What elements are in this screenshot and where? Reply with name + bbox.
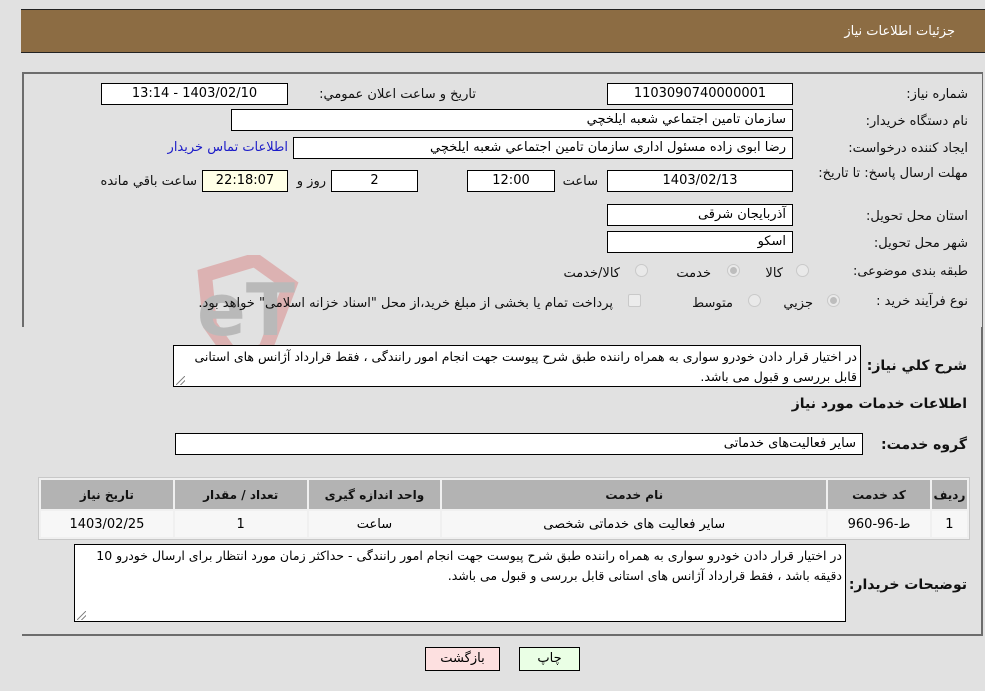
cell-quantity: 1 — [174, 511, 307, 537]
cell-service-name: ساير فعاليت های خدماتی شخصی — [442, 511, 827, 537]
process-option-medium: متوسط — [692, 296, 733, 311]
buyer-notes-textarea[interactable]: در اختيار قرار دادن خودرو سواری به همراه… — [74, 544, 846, 622]
col-service-code: کد خدمت — [828, 480, 930, 509]
category-label: طبقه بندی موضوعی: — [852, 264, 968, 279]
services-section-title: اطلاعات خدمات مورد نياز — [791, 396, 967, 412]
announce-datetime-field: 1403/02/10 - 13:14 — [101, 83, 288, 105]
category-radio-goods-service[interactable] — [635, 264, 648, 277]
service-group-field: ساير فعاليت‌های خدماتی — [175, 433, 863, 455]
process-type-label: نوع فرآيند خريد : — [876, 294, 968, 309]
services-table-header: رديف کد خدمت نام خدمت واحد اندازه گيری ت… — [41, 480, 967, 509]
deadline-time-label: ساعت — [562, 174, 598, 189]
buyer-contact-link[interactable]: اطلاعات تماس خريدار — [168, 140, 288, 155]
city-field: اسکو — [607, 231, 793, 253]
page-header: جزئیات اطلاعات نیاز — [21, 9, 985, 53]
buyer-org-field: سازمان تامين اجتماعي شعبه ايلخچي — [231, 109, 793, 131]
cell-service-code: ط-96-960 — [828, 511, 930, 537]
treasury-checkbox[interactable] — [628, 294, 641, 307]
remaining-time-field: 22:18:07 — [202, 170, 288, 192]
general-description-text: در اختيار قرار دادن خودرو سواری به همراه… — [194, 349, 857, 384]
cell-row-number: 1 — [931, 511, 967, 537]
category-radio-goods[interactable] — [796, 264, 809, 277]
province-label: استان محل تحويل: — [866, 209, 968, 224]
deadline-label: مهلت ارسال پاسخ: تا تاريخ: — [818, 166, 968, 181]
deadline-time-field: 12:00 — [467, 170, 555, 192]
treasury-note: پرداخت تمام يا بخشی از مبلغ خريد،از محل … — [198, 296, 613, 311]
days-label: روز و — [296, 174, 326, 189]
city-label: شهر محل تحويل: — [873, 236, 968, 251]
col-quantity: تعداد / مقدار — [174, 480, 307, 509]
cell-unit: ساعت — [308, 511, 441, 537]
category-option-goods-service: کالا/خدمت — [563, 266, 620, 281]
cell-need-date: 1403/02/25 — [41, 511, 173, 537]
back-button[interactable]: بازگشت — [425, 647, 500, 671]
general-description-textarea[interactable]: در اختيار قرار دادن خودرو سواری به همراه… — [173, 345, 861, 387]
category-option-goods: کالا — [765, 266, 783, 281]
need-number-field: 1103090740000001 — [607, 83, 793, 105]
deadline-date-field: 1403/02/13 — [607, 170, 793, 192]
buyer-notes-label: توضيحات خريدار: — [848, 577, 967, 593]
requester-label: ايجاد کننده درخواست: — [848, 141, 968, 156]
category-radio-service[interactable] — [727, 264, 740, 277]
resize-handle-icon[interactable] — [77, 611, 86, 620]
table-row: 1 ط-96-960 ساير فعاليت های خدماتی شخصی س… — [41, 511, 967, 537]
page-title: جزئیات اطلاعات نیاز — [844, 24, 955, 39]
col-row-number: رديف — [931, 480, 967, 509]
requester-field: رضا ابوی زاده مسئول اداری سازمان تامين ا… — [293, 137, 793, 159]
resize-handle-icon[interactable] — [176, 376, 185, 385]
print-button[interactable]: چاپ — [519, 647, 580, 671]
remaining-label: ساعت باقي مانده — [100, 174, 197, 189]
buyer-org-label: نام دستگاه خريدار: — [865, 114, 968, 129]
category-option-service: خدمت — [676, 266, 711, 281]
remaining-days-field: 2 — [331, 170, 418, 192]
col-need-date: تاريخ نياز — [41, 480, 173, 509]
buyer-notes-text: در اختيار قرار دادن خودرو سواری به همراه… — [96, 548, 842, 583]
services-table: رديف کد خدمت نام خدمت واحد اندازه گيری ت… — [38, 477, 970, 540]
need-number-label: شماره نیاز: — [906, 87, 968, 102]
col-service-name: نام خدمت — [442, 480, 827, 509]
process-option-minor: جزيي — [783, 296, 813, 311]
col-unit: واحد اندازه گيری — [308, 480, 441, 509]
general-description-label: شرح کلي نياز: — [866, 358, 967, 374]
process-radio-medium[interactable] — [748, 294, 761, 307]
service-group-label: گروه خدمت: — [881, 437, 967, 453]
process-radio-minor[interactable] — [827, 294, 840, 307]
province-field: آذربايجان شرقی — [607, 204, 793, 226]
announce-datetime-label: تاریخ و ساعت اعلان عمومي: — [319, 87, 476, 102]
